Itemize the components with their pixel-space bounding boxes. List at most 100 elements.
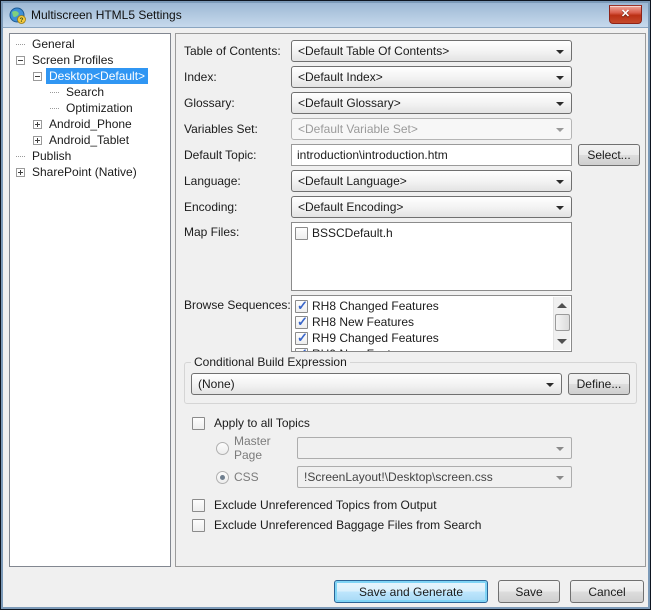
- apply-all-topics-row[interactable]: Apply to all Topics: [184, 416, 637, 430]
- collapse-icon[interactable]: [33, 72, 42, 81]
- variables-set-combobox: <Default Variable Set>: [291, 118, 572, 140]
- browse-sequence-item[interactable]: RH8 New Features: [292, 314, 571, 330]
- glossary-value: <Default Glossary>: [298, 96, 401, 110]
- tree-item-screen-profiles[interactable]: Screen Profiles: [10, 52, 170, 68]
- checkbox-checked-icon[interactable]: [295, 300, 308, 313]
- chevron-down-icon: [556, 447, 564, 451]
- tree-item-label: SharePoint (Native): [29, 164, 140, 180]
- language-combobox[interactable]: <Default Language>: [291, 170, 572, 192]
- tree-item-desktop-default[interactable]: Desktop<Default>: [10, 68, 170, 84]
- browse-sequences-listbox[interactable]: RH8 Changed Features RH8 New Features RH…: [291, 295, 572, 352]
- checkbox-checked-icon[interactable]: [295, 332, 308, 345]
- scrollbar-thumb[interactable]: [555, 314, 570, 331]
- browse-sequences-label: Browse Sequences:: [184, 295, 291, 312]
- save-button[interactable]: Save: [498, 580, 560, 603]
- tree-connector: [50, 92, 59, 93]
- css-radio-row: CSS: [184, 470, 291, 484]
- app-globe-icon: ?: [9, 7, 26, 24]
- checkbox-unchecked-icon[interactable]: [192, 499, 205, 512]
- toc-value: <Default Table Of Contents>: [298, 44, 449, 58]
- variables-set-value: <Default Variable Set>: [298, 122, 418, 136]
- apply-all-topics-label: Apply to all Topics: [214, 416, 310, 430]
- expand-icon[interactable]: [33, 136, 42, 145]
- tree-item-general[interactable]: General: [10, 36, 170, 52]
- window-title: Multiscreen HTML5 Settings: [31, 8, 182, 22]
- svg-text:?: ?: [20, 18, 24, 24]
- dialog-window: ? Multiscreen HTML5 Settings ✕ General S…: [0, 0, 651, 610]
- tree-item-sharepoint[interactable]: SharePoint (Native): [10, 164, 170, 180]
- chevron-down-icon: [556, 206, 564, 210]
- browse-sequence-label: RH9 Changed Features: [312, 331, 439, 345]
- browse-sequence-label: RH8 New Features: [312, 315, 414, 329]
- chevron-down-icon: [546, 383, 554, 387]
- glossary-combobox[interactable]: <Default Glossary>: [291, 92, 572, 114]
- map-file-label: BSSCDefault.h: [312, 226, 393, 240]
- tree-connector: [16, 44, 25, 45]
- save-and-generate-button[interactable]: Save and Generate: [334, 580, 488, 603]
- chevron-down-icon: [556, 76, 564, 80]
- master-page-radio-row: Master Page: [184, 434, 291, 462]
- conditional-build-legend: Conditional Build Expression: [191, 355, 350, 369]
- map-files-label: Map Files:: [184, 222, 291, 239]
- map-file-item[interactable]: BSSCDefault.h: [292, 225, 571, 241]
- scroll-up-icon[interactable]: [557, 303, 567, 308]
- title-bar: ? Multiscreen HTML5 Settings ✕: [3, 3, 648, 28]
- close-button[interactable]: ✕: [609, 5, 642, 24]
- index-label: Index:: [184, 70, 291, 84]
- tree-item-android-phone[interactable]: Android_Phone: [10, 116, 170, 132]
- map-files-listbox[interactable]: BSSCDefault.h: [291, 222, 572, 291]
- tree-item-label: Optimization: [63, 100, 136, 116]
- tree-item-publish[interactable]: Publish: [10, 148, 170, 164]
- checkbox-unchecked-icon[interactable]: [192, 417, 205, 430]
- encoding-label: Encoding:: [184, 200, 291, 214]
- tree-item-label: Android_Phone: [46, 116, 135, 132]
- select-topic-button[interactable]: Select...: [578, 144, 640, 166]
- checkbox-checked-icon[interactable]: [295, 316, 308, 329]
- radio-selected-icon: [216, 471, 229, 484]
- checkbox-checked-icon[interactable]: [295, 348, 308, 353]
- browse-sequence-item[interactable]: RH9 Changed Features: [292, 330, 571, 346]
- collapse-icon[interactable]: [16, 56, 25, 65]
- exclude-baggage-row[interactable]: Exclude Unreferenced Baggage Files from …: [184, 518, 637, 532]
- checkbox-unchecked-icon[interactable]: [192, 519, 205, 532]
- checkbox-unchecked-icon[interactable]: [295, 227, 308, 240]
- conditional-build-value: (None): [198, 377, 235, 391]
- exclude-baggage-label: Exclude Unreferenced Baggage Files from …: [214, 518, 481, 532]
- browse-sequence-item[interactable]: RH9 New Features: [292, 346, 571, 352]
- vertical-scrollbar[interactable]: [553, 297, 570, 350]
- cancel-button[interactable]: Cancel: [570, 580, 644, 603]
- scroll-down-icon[interactable]: [557, 339, 567, 344]
- css-value: !ScreenLayout!\Desktop\screen.css: [304, 470, 493, 484]
- master-page-label: Master Page: [234, 434, 291, 462]
- settings-tree: General Screen Profiles Desktop<Default>…: [9, 33, 171, 567]
- expand-icon[interactable]: [16, 168, 25, 177]
- conditional-build-groupbox: Conditional Build Expression (None) Defi…: [184, 362, 637, 404]
- default-topic-input[interactable]: [291, 144, 572, 166]
- tree-item-optimization[interactable]: Optimization: [10, 100, 170, 116]
- index-combobox[interactable]: <Default Index>: [291, 66, 572, 88]
- tree-item-label: Android_Tablet: [46, 132, 132, 148]
- define-button[interactable]: Define...: [568, 373, 630, 395]
- browse-sequence-label: RH9 New Features: [312, 347, 414, 352]
- browse-sequence-item[interactable]: RH8 Changed Features: [292, 298, 571, 314]
- conditional-build-combobox[interactable]: (None): [191, 373, 562, 395]
- css-combobox: !ScreenLayout!\Desktop\screen.css: [297, 466, 572, 488]
- encoding-value: <Default Encoding>: [298, 200, 403, 214]
- chevron-down-icon: [556, 128, 564, 132]
- radio-unselected-icon: [216, 442, 229, 455]
- chevron-down-icon: [556, 180, 564, 184]
- encoding-combobox[interactable]: <Default Encoding>: [291, 196, 572, 218]
- tree-item-label: Publish: [29, 148, 74, 164]
- expand-icon[interactable]: [33, 120, 42, 129]
- glossary-label: Glossary:: [184, 96, 291, 110]
- toc-combobox[interactable]: <Default Table Of Contents>: [291, 40, 572, 62]
- dialog-button-bar: Save and Generate Save Cancel: [334, 580, 644, 603]
- exclude-topics-row[interactable]: Exclude Unreferenced Topics from Output: [184, 498, 637, 512]
- chevron-down-icon: [556, 50, 564, 54]
- master-page-combobox: [297, 437, 572, 459]
- tree-item-android-tablet[interactable]: Android_Tablet: [10, 132, 170, 148]
- close-icon: ✕: [621, 8, 630, 20]
- tree-item-search[interactable]: Search: [10, 84, 170, 100]
- tree-item-label: Desktop<Default>: [46, 68, 148, 84]
- chevron-down-icon: [556, 476, 564, 480]
